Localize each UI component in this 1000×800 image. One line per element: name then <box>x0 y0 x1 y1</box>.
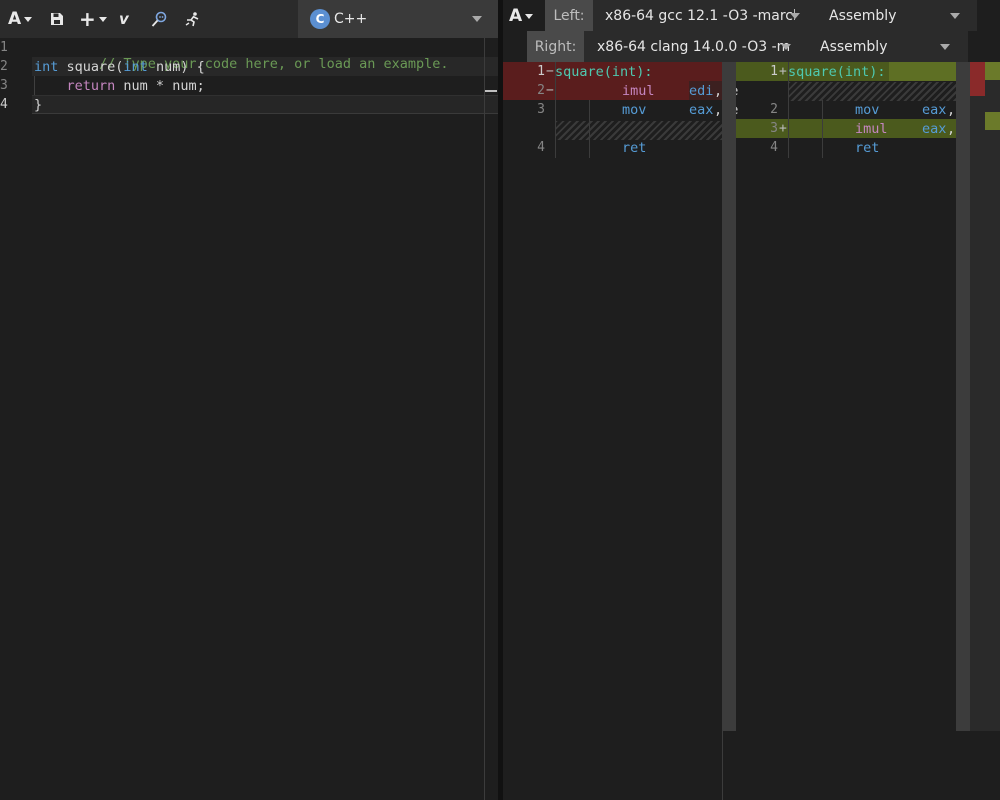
line-number: 2 <box>770 102 778 117</box>
chevron-down-icon <box>24 16 33 22</box>
add-pane-button[interactable]: + <box>79 6 107 32</box>
right-diff-scrollbar[interactable] <box>956 62 970 731</box>
vim-mode-button[interactable]: v <box>119 6 129 32</box>
indent-guide <box>822 100 823 158</box>
added-marker <box>985 62 1000 80</box>
code-line: } <box>34 97 42 113</box>
asm-instruction: ret <box>622 140 647 156</box>
chevron-down-icon <box>781 44 791 50</box>
left-tag: Left: <box>545 0 593 31</box>
scroll-marker <box>485 90 497 92</box>
right-view-select[interactable]: Assembly <box>820 31 940 62</box>
code-text: } <box>34 97 43 113</box>
quick-bench-button[interactable] <box>183 6 201 32</box>
save-icon <box>51 13 63 25</box>
magnifier-icon <box>151 11 166 27</box>
plus-icon: + <box>779 64 787 79</box>
asm-label: square(int): <box>788 64 886 80</box>
chevron-down-icon <box>940 44 950 50</box>
asm-register: edi <box>689 83 714 99</box>
line-number: 3 <box>537 102 545 117</box>
code-line: int square(int num) { <box>34 59 205 75</box>
source-editor-pane: A + v C C++ 1 2 3 4 // Type your code he… <box>0 0 498 800</box>
asm-instruction: ret <box>855 140 880 156</box>
compiler-explorer-app: A + v C C++ 1 2 3 4 // Type your code he… <box>0 0 1000 800</box>
diff-view-pane: A Left: x86-64 gcc 12.1 -O3 -march=... A… <box>503 0 1000 800</box>
cpp-logo-icon: C <box>310 9 330 29</box>
code-text: num) { <box>147 59 205 75</box>
asm-label: square(int): <box>555 64 653 80</box>
left-diff-scrollbar[interactable] <box>722 62 736 731</box>
left-compiler-row: Left: x86-64 gcc 12.1 -O3 -march=... Ass… <box>545 0 977 31</box>
minus-icon: − <box>546 64 554 79</box>
asm-instruction: mov <box>855 102 880 118</box>
asm-register: eax <box>922 102 947 118</box>
added-marker <box>985 112 1000 130</box>
font-size-label: A <box>509 6 523 26</box>
font-size-label: A <box>8 9 22 29</box>
code-keyword: return <box>66 78 116 94</box>
asm-instruction: mov <box>622 102 647 118</box>
left-view-select[interactable]: Assembly <box>829 0 949 31</box>
cppinsights-button[interactable] <box>150 6 168 32</box>
line-number: 4 <box>770 140 778 155</box>
vim-icon: v <box>119 10 129 28</box>
code-text: square( <box>58 59 124 75</box>
right-compiler-row: Right: x86-64 clang 14.0.0 -O3 -ma... As… <box>527 31 968 62</box>
asm-register: eax <box>689 102 714 118</box>
code-editor[interactable]: 1 2 3 4 // Type your code here, or load … <box>0 38 498 800</box>
chevron-down-icon <box>98 16 107 22</box>
minus-icon: − <box>546 83 554 98</box>
line-number: 1 <box>770 64 778 79</box>
line-number: 2 <box>537 83 545 98</box>
line-number: 3 <box>770 121 778 136</box>
editor-scrollbar[interactable] <box>484 38 485 800</box>
indent-guide <box>589 100 590 158</box>
diff-filler <box>555 121 736 140</box>
line-number: 1 <box>537 64 545 79</box>
right-compiler-select[interactable]: x86-64 clang 14.0.0 -O3 -ma... <box>597 31 789 62</box>
language-select[interactable]: C C++ <box>298 0 498 38</box>
code-line: return num * num; <box>34 78 205 94</box>
current-line-highlight <box>32 95 498 114</box>
font-size-button[interactable]: A <box>8 6 33 32</box>
line-number: 1 <box>0 40 8 55</box>
runner-icon <box>185 11 198 26</box>
code-keyword: int <box>34 59 59 75</box>
chevron-down-icon <box>525 13 534 19</box>
overview-ruler <box>970 62 1000 731</box>
chevron-down-icon <box>790 13 800 19</box>
removed-marker <box>970 62 985 96</box>
line-number: 4 <box>0 97 8 112</box>
diff-filler <box>788 82 970 101</box>
asm-instruction: imul <box>622 83 655 99</box>
cpp-logo-letter: C <box>315 12 325 26</box>
editor-toolbar: A + v C C++ <box>0 0 498 38</box>
asm-instruction: imul <box>855 121 888 137</box>
left-compiler-select[interactable]: x86-64 gcc 12.1 -O3 -march=... <box>605 0 795 31</box>
left-diff-editor[interactable]: 1 − 2 − 3 4 square(int): imul edi , e mo… <box>503 62 738 800</box>
line-number: 3 <box>0 78 8 93</box>
right-diff-editor[interactable]: 1 + 2 3 + 4 square(int): mov eax , e imu… <box>736 62 971 800</box>
right-tag: Right: <box>527 31 584 62</box>
language-label: C++ <box>334 11 368 27</box>
plus-icon: + <box>779 121 787 136</box>
line-number: 4 <box>537 140 545 155</box>
code-text: num * num; <box>115 78 205 94</box>
font-size-button[interactable]: A <box>509 4 534 28</box>
asm-register: eax <box>922 121 947 137</box>
chevron-down-icon <box>950 13 960 19</box>
line-number: 2 <box>0 59 8 74</box>
chevron-down-icon <box>472 16 482 22</box>
add-label: + <box>79 7 96 31</box>
save-button[interactable] <box>49 6 65 32</box>
code-keyword: int <box>123 59 148 75</box>
